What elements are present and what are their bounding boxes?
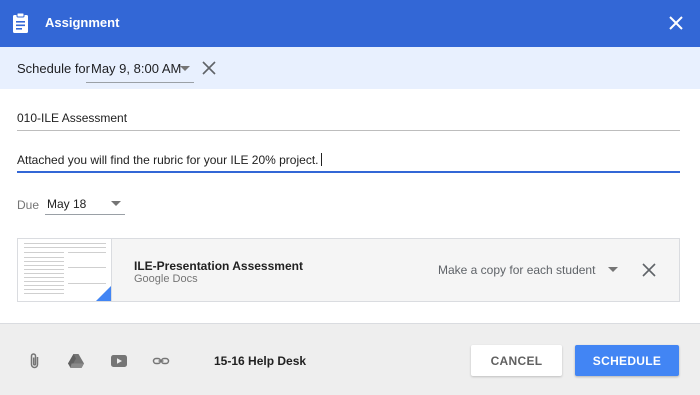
schedule-date-select[interactable]: May 9, 8:00 AM — [86, 53, 194, 83]
due-date-value: May 18 — [47, 197, 87, 211]
remove-attachment-icon[interactable] — [640, 261, 658, 279]
chevron-down-icon — [111, 201, 121, 206]
share-option-select[interactable]: Make a copy for each student — [438, 261, 618, 279]
title-value: 010-ILE Assessment — [17, 111, 128, 125]
instructions-field[interactable]: Attached you will find the rubric for yo… — [17, 146, 680, 173]
attachment-name[interactable]: ILE-Presentation Assessment — [134, 259, 303, 273]
google-drive-icon[interactable] — [67, 352, 85, 370]
dialog-header: Assignment — [0, 0, 700, 47]
class-topic[interactable]: 15-16 Help Desk — [214, 354, 306, 368]
clear-schedule-icon[interactable] — [200, 59, 218, 77]
dialog-footer: 15-16 Help Desk CANCEL SCHEDULE — [0, 323, 700, 395]
chevron-down-icon — [180, 66, 190, 71]
chevron-down-icon — [608, 267, 618, 272]
schedule-label: Schedule for — [17, 61, 90, 76]
cancel-button[interactable]: CANCEL — [471, 345, 562, 376]
assignment-icon — [13, 12, 28, 33]
instructions-value: Attached you will find the rubric for yo… — [17, 153, 319, 167]
attachment-type: Google Docs — [134, 273, 198, 285]
google-docs-corner-icon — [96, 285, 111, 301]
due-label: Due — [17, 198, 40, 212]
title-field[interactable]: 010-ILE Assessment — [17, 104, 680, 131]
schedule-date-value: May 9, 8:00 AM — [91, 61, 182, 76]
instructions-text: Attached you will find the rubric for yo… — [17, 153, 323, 167]
share-option-value: Make a copy for each student — [438, 263, 596, 277]
dialog-title: Assignment — [45, 15, 120, 30]
schedule-button[interactable]: SCHEDULE — [575, 345, 679, 376]
link-icon[interactable] — [152, 352, 170, 370]
due-date-select[interactable]: May 18 — [45, 188, 125, 215]
document-thumbnail[interactable] — [18, 239, 112, 301]
close-icon[interactable] — [665, 12, 687, 34]
text-cursor — [321, 153, 323, 166]
attachment-card: ILE-Presentation Assessment Google Docs … — [17, 238, 680, 302]
schedule-bar: Schedule for May 9, 8:00 AM — [0, 47, 700, 89]
youtube-icon[interactable] — [110, 352, 128, 370]
paperclip-icon[interactable] — [26, 352, 44, 370]
